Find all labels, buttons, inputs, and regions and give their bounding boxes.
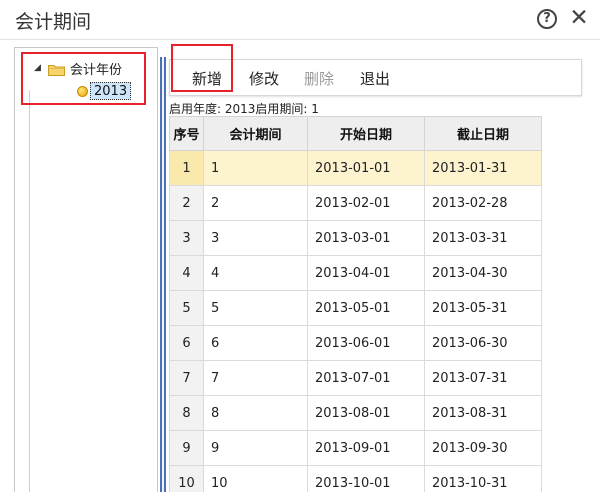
close-icon[interactable]: ✕ xyxy=(567,4,591,32)
table-row[interactable]: 2 2 2013-02-01 2013-02-28 xyxy=(169,185,542,221)
cell-start-date: 2013-10-01 xyxy=(307,465,425,492)
period-table: 序号 会计期间 开始日期 截止日期 1 1 2013-01-01 2013-01-31… xyxy=(169,116,542,492)
edit-button[interactable]: 修改 xyxy=(249,68,279,89)
cell-seq: 4 xyxy=(169,255,204,291)
cell-end-date: 2013-10-31 xyxy=(424,465,542,492)
cell-end-date: 2013-05-31 xyxy=(424,290,542,326)
col-header-start-date[interactable]: 开始日期 xyxy=(307,116,425,151)
cell-period: 7 xyxy=(203,360,308,396)
table-row[interactable]: 9 9 2013-09-01 2013-09-30 xyxy=(169,430,542,466)
cell-seq: 1 xyxy=(169,150,204,186)
col-header-end-date[interactable]: 截止日期 xyxy=(424,116,542,151)
cell-end-date: 2013-04-30 xyxy=(424,255,542,291)
cell-start-date: 2013-02-01 xyxy=(307,185,425,221)
table-row[interactable]: 5 5 2013-05-01 2013-05-31 xyxy=(169,290,542,326)
cell-period: 5 xyxy=(203,290,308,326)
tree-panel xyxy=(14,47,158,492)
cell-start-date: 2013-05-01 xyxy=(307,290,425,326)
cell-end-date: 2013-09-30 xyxy=(424,430,542,466)
delete-button[interactable]: 删除 xyxy=(304,68,334,89)
cell-period: 3 xyxy=(203,220,308,256)
cell-period: 2 xyxy=(203,185,308,221)
info-line: 启用年度: 2013启用期间: 1 xyxy=(169,102,319,116)
cell-seq: 2 xyxy=(169,185,204,221)
title-bar: 会计期间 ? ✕ xyxy=(0,0,600,40)
table-row[interactable]: 6 6 2013-06-01 2013-06-30 xyxy=(169,325,542,361)
table-row[interactable]: 10 10 2013-10-01 2013-10-31 xyxy=(169,465,542,492)
cell-end-date: 2013-02-28 xyxy=(424,185,542,221)
cell-seq: 7 xyxy=(169,360,204,396)
help-icon[interactable]: ? xyxy=(537,9,557,29)
table-row[interactable]: 7 7 2013-07-01 2013-07-31 xyxy=(169,360,542,396)
cell-seq: 5 xyxy=(169,290,204,326)
add-button-highlight-box xyxy=(171,44,233,92)
cell-end-date: 2013-01-31 xyxy=(424,150,542,186)
tree-highlight-box xyxy=(21,52,146,105)
cell-period: 8 xyxy=(203,395,308,431)
tree-panel-divider xyxy=(29,90,30,492)
table-header-row: 序号 会计期间 开始日期 截止日期 xyxy=(169,116,542,151)
cell-end-date: 2013-03-31 xyxy=(424,220,542,256)
panel-splitter[interactable] xyxy=(160,57,166,492)
cell-start-date: 2013-07-01 xyxy=(307,360,425,396)
cell-period: 10 xyxy=(203,465,308,492)
cell-end-date: 2013-07-31 xyxy=(424,360,542,396)
cell-period: 4 xyxy=(203,255,308,291)
cell-end-date: 2013-06-30 xyxy=(424,325,542,361)
table-row[interactable]: 4 4 2013-04-01 2013-04-30 xyxy=(169,255,542,291)
table-body: 1 1 2013-01-01 2013-01-31 2 2 2013-02-01 2013-0… xyxy=(169,150,542,492)
col-header-period[interactable]: 会计期间 xyxy=(203,116,308,151)
cell-period: 1 xyxy=(203,150,308,186)
cell-start-date: 2013-01-01 xyxy=(307,150,425,186)
cell-end-date: 2013-08-31 xyxy=(424,395,542,431)
exit-button[interactable]: 退出 xyxy=(360,68,390,89)
table-row[interactable]: 1 1 2013-01-01 2013-01-31 xyxy=(169,150,542,186)
cell-period: 9 xyxy=(203,430,308,466)
cell-start-date: 2013-06-01 xyxy=(307,325,425,361)
window-title: 会计期间 xyxy=(15,11,92,33)
cell-seq: 9 xyxy=(169,430,204,466)
cell-seq: 8 xyxy=(169,395,204,431)
table-row[interactable]: 8 8 2013-08-01 2013-08-31 xyxy=(169,395,542,431)
cell-start-date: 2013-09-01 xyxy=(307,430,425,466)
table-row[interactable]: 3 3 2013-03-01 2013-03-31 xyxy=(169,220,542,256)
cell-start-date: 2013-04-01 xyxy=(307,255,425,291)
cell-seq: 3 xyxy=(169,220,204,256)
cell-seq: 10 xyxy=(169,465,204,492)
cell-period: 6 xyxy=(203,325,308,361)
cell-start-date: 2013-08-01 xyxy=(307,395,425,431)
col-header-seq[interactable]: 序号 xyxy=(169,116,204,151)
cell-seq: 6 xyxy=(169,325,204,361)
cell-start-date: 2013-03-01 xyxy=(307,220,425,256)
